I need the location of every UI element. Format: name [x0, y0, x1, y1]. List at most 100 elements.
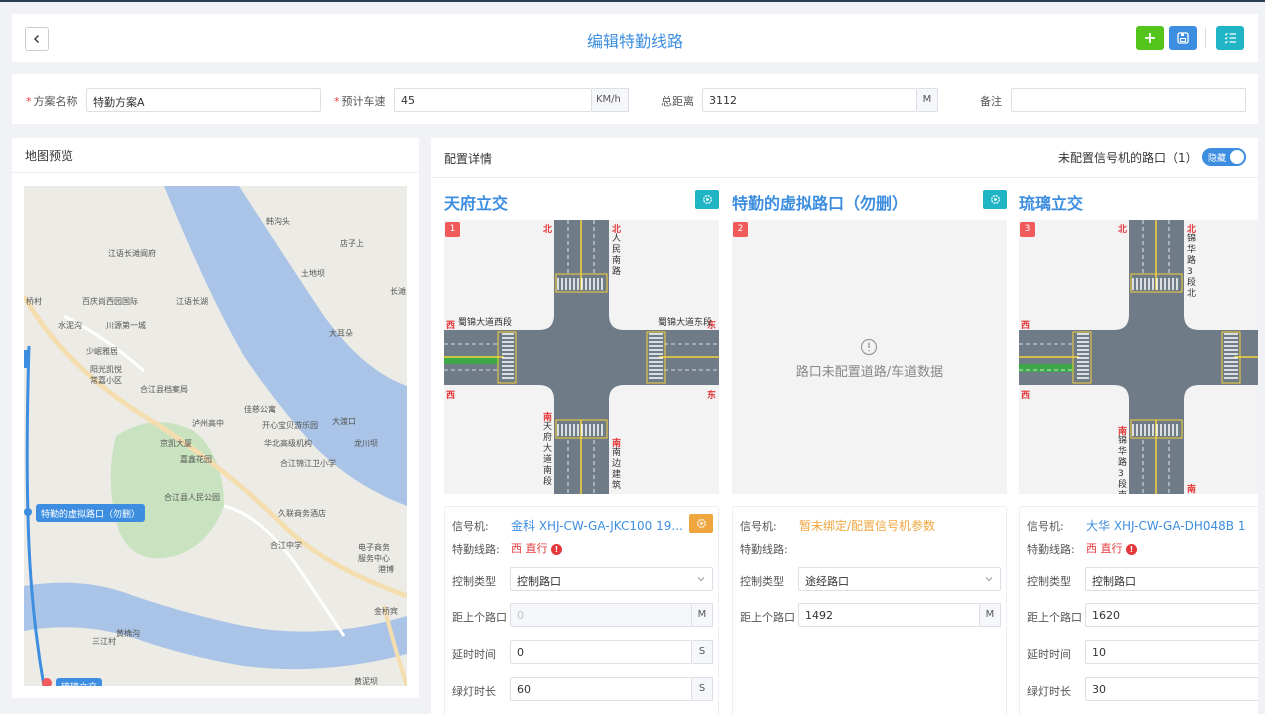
plus-icon — [1145, 33, 1155, 43]
intersection-info-card: 信号机: 大华 XHJ-CW-GA-DH048B 1 特勤线路: 西 直行 ! … — [1019, 506, 1258, 714]
route-value: 西 直行 ! — [511, 540, 562, 556]
intersection-badge: 1 — [445, 222, 460, 237]
warning-icon: ! — [551, 544, 562, 555]
plan-name-input[interactable]: 特勤方案A — [86, 88, 321, 112]
delay-time-label: 延时时间 — [1027, 648, 1071, 661]
map-label: 韩沟头 — [266, 217, 290, 226]
map-edge-marker — [24, 350, 28, 368]
signal-value[interactable]: 大华 XHJ-CW-GA-DH048B 1 — [1086, 517, 1245, 534]
intersection-svg — [1019, 220, 1258, 494]
map-label: 土地坝 — [301, 269, 325, 278]
map-label: 黄泥坝 — [354, 677, 378, 686]
toggle-knob — [1230, 150, 1244, 164]
green-time-label: 绿灯时长 — [1027, 685, 1071, 698]
signal-value[interactable]: 暂未绑定/配置信号机参数 — [799, 517, 935, 534]
map-label: 江语长滩阆府 — [108, 249, 156, 258]
intersection-diagram[interactable]: 1 北 北 人民南路 南 天府大道南段 南 南边建筑 西 蜀锦大道西段 西 东 … — [444, 220, 719, 494]
intersection-svg — [444, 220, 719, 494]
distance-prev-label: 距上个路口 — [740, 611, 795, 624]
intersection-badge: 2 — [733, 222, 748, 237]
settings-button[interactable] — [695, 190, 719, 209]
map-label: 合江中学 — [270, 541, 302, 550]
map-label: 华北高级机构 — [264, 439, 312, 448]
green-time-label: 绿灯时长 — [452, 685, 496, 698]
speed-input[interactable]: 45 — [394, 88, 592, 112]
toggle-label: 隐藏 — [1208, 154, 1227, 164]
add-button[interactable] — [1136, 26, 1164, 50]
remark-input[interactable] — [1011, 88, 1246, 112]
plan-name-label: * 方案名称 — [26, 95, 78, 108]
signal-value[interactable]: 金科 XHJ-CW-GA-JKC100 19... — [511, 517, 691, 534]
distance-prev-input[interactable]: 1492 — [798, 603, 980, 627]
gear-icon — [990, 195, 1000, 204]
control-type-select[interactable]: 控制路口 — [510, 567, 713, 591]
distance-prev-unit: M — [692, 603, 713, 627]
intersection-name: 天府立交 — [444, 194, 509, 213]
green-time-input[interactable]: 60 — [510, 677, 692, 701]
distance-prev-unit: M — [980, 603, 1001, 627]
map-divider — [12, 172, 419, 173]
control-type-label: 控制类型 — [740, 575, 784, 588]
signal-settings-button[interactable] — [689, 514, 713, 533]
direction-north: 北 — [543, 225, 553, 235]
delay-time-input[interactable]: 0 — [510, 640, 692, 664]
intersection-info-card: 信号机: 金科 XHJ-CW-GA-JKC100 19... 特勤线路: 西 直… — [444, 506, 719, 714]
direction-west: 西 — [1021, 321, 1031, 331]
map-pin-icon[interactable] — [42, 678, 52, 686]
map-label: 京凯大厦 — [160, 439, 192, 448]
map-label: 长滩 — [390, 287, 406, 296]
direction-south: 南 — [1187, 485, 1197, 494]
hide-toggle[interactable]: 隐藏 — [1202, 148, 1246, 166]
signal-label: 信号机: — [452, 520, 489, 533]
intersection-badge: 3 — [1020, 222, 1035, 237]
map-label: 电子商务 服务中心 — [358, 543, 390, 563]
map-label: 黄桷沟 — [116, 629, 140, 638]
distance-prev-input[interactable]: 1620 — [1085, 603, 1258, 627]
intersection-diagram[interactable]: 2 路口未配置道路/车道数据 — [732, 220, 1007, 494]
route-label: 特勤线路: — [740, 543, 788, 556]
control-type-select[interactable]: 控制路口 — [1085, 567, 1258, 591]
green-time-input[interactable]: 30 — [1085, 677, 1258, 701]
page-header: 编辑特勤线路 — [12, 14, 1258, 62]
route-value: 西 直行 ! — [1086, 540, 1137, 556]
south-street-name: 天府大道南段 — [543, 422, 553, 487]
gear-icon — [702, 195, 712, 204]
empty-data-text: 路口未配置道路/车道数据 — [795, 365, 944, 380]
south-street-name: 南边建筑 — [612, 448, 622, 491]
warning-icon: ! — [1126, 544, 1137, 555]
map-label: 水泥沟 — [58, 321, 82, 330]
intersection-diagram[interactable]: 3 北 北 锦华路3段北 南 锦华路3段南 南 西 西 — [1019, 220, 1258, 494]
map-panel: 地图预览 韩沟头 店子上 土地坝 长滩 江语长滩阆府 百庆尚西园国际 江语长湖 … — [12, 138, 419, 698]
map-label: 龙川坝 — [354, 439, 378, 448]
map-pin-icon[interactable] — [24, 508, 32, 516]
save-button[interactable] — [1169, 26, 1197, 50]
control-type-label: 控制类型 — [1027, 575, 1071, 588]
east-street-name: 蜀锦大道东段 — [658, 318, 713, 328]
distance-input[interactable]: 3112 — [702, 88, 917, 112]
delay-time-label: 延时时间 — [452, 648, 496, 661]
signal-label: 信号机: — [740, 520, 777, 533]
delay-time-input[interactable]: 10 — [1085, 640, 1258, 664]
plan-form: * 方案名称 特勤方案A * 预计车速 45 KM/h 总距离 3112 M 备注 — [12, 74, 1258, 124]
control-type-select[interactable]: 途经路口 — [798, 567, 1001, 591]
map-marker-label[interactable]: 琉璃立交 — [56, 678, 103, 686]
map-label: 三江村 — [92, 637, 116, 646]
settings-button[interactable] — [983, 190, 1007, 209]
distance-prev-input[interactable]: 0 — [510, 603, 692, 627]
map-label: 金桥宾 — [374, 607, 398, 616]
map-label: 佳慈公寓 — [244, 405, 276, 414]
intersection-info-card: 信号机: 暂未绑定/配置信号机参数 特勤线路: 控制类型 途经路口 距上个路口 … — [732, 506, 1007, 714]
intersection-column-3: 琉璃立交 3 北 北 锦华路3段北 南 锦华路3段南 西 西 信号机: 大华 X… — [1019, 178, 1258, 714]
direction-north: 北 — [1118, 225, 1128, 235]
map-marker-label[interactable]: 特勤的虚拟路口（勿删） — [36, 504, 146, 522]
map-view[interactable]: 韩沟头 店子上 土地坝 长滩 江语长滩阆府 百庆尚西园国际 江语长湖 水泥沟 川… — [24, 186, 407, 686]
map-label: 合江县档案局 — [140, 385, 188, 394]
direction-west: 西 — [446, 391, 456, 401]
north-street-name: 人民南路 — [612, 234, 622, 277]
unconfigured-count: 未配置信号机的路口（1） — [1058, 151, 1198, 165]
distance-prev-placeholder: 0 — [517, 609, 524, 622]
list-check-button[interactable] — [1216, 26, 1244, 50]
west-street-name: 蜀锦大道西段 — [458, 318, 513, 328]
map-background — [24, 186, 407, 686]
map-label: 合江锦江卫小学 — [280, 459, 336, 468]
